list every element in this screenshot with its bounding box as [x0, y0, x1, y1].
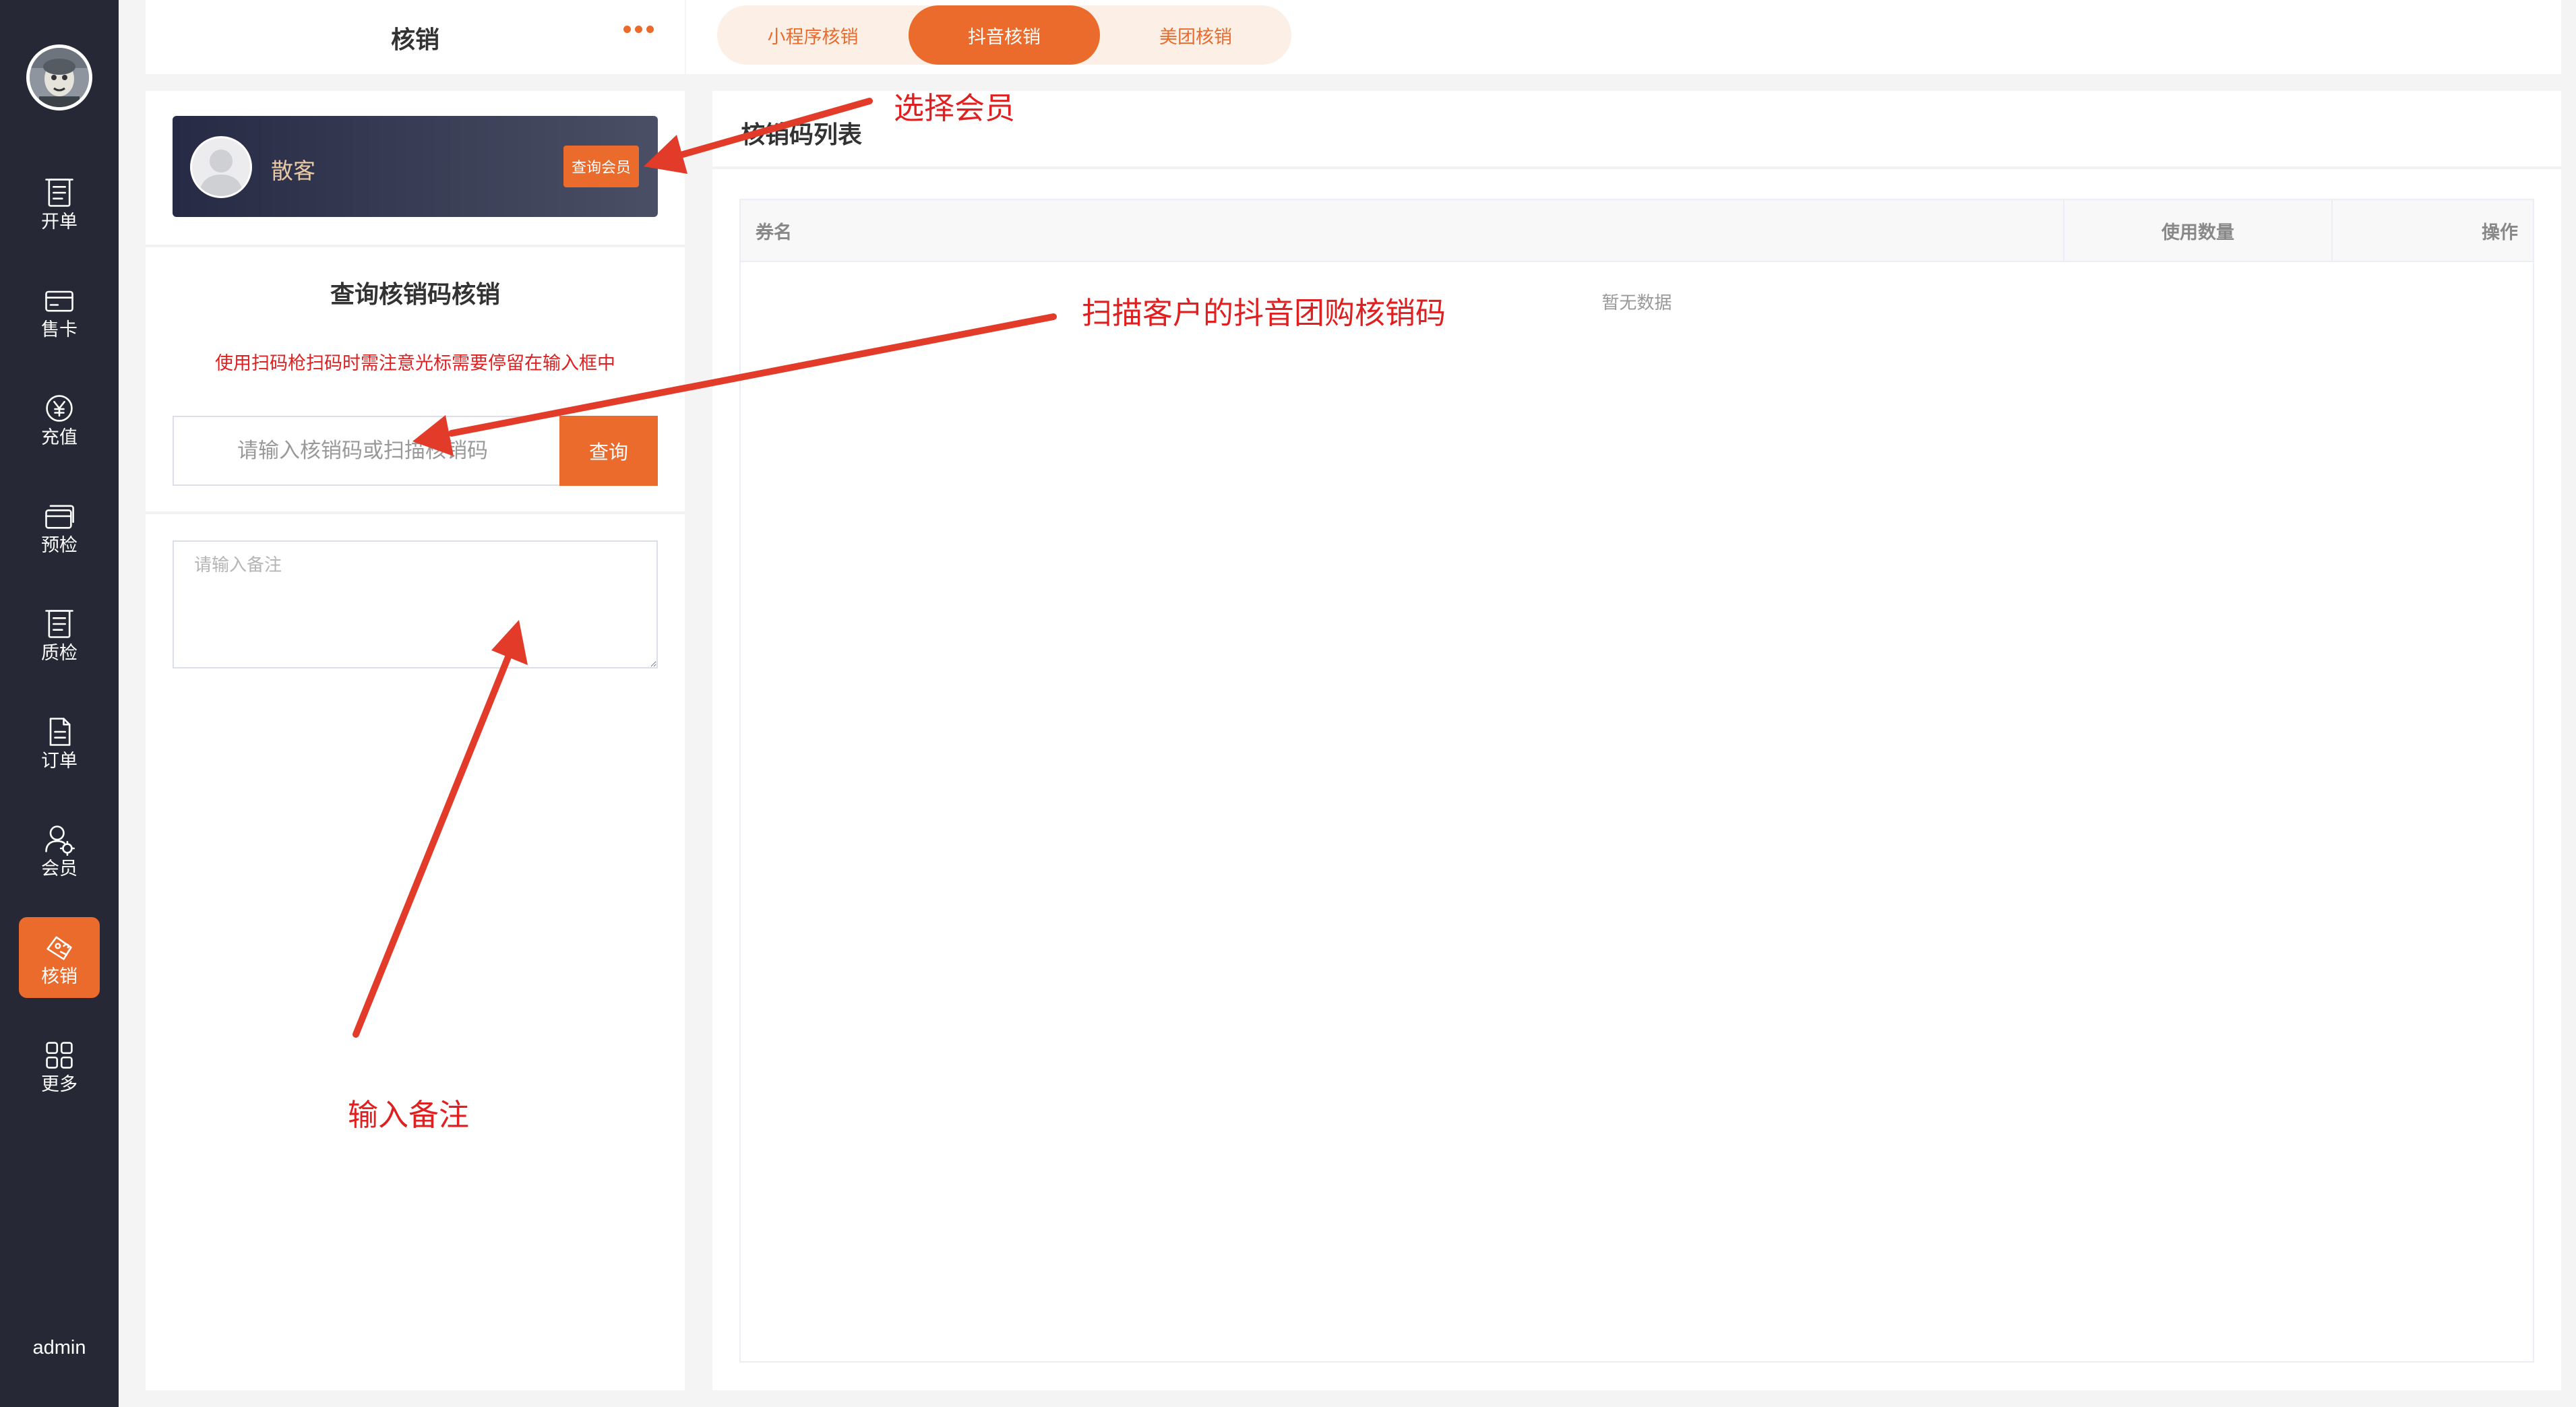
current-user-name[interactable]: admin: [0, 1337, 119, 1359]
list-title: 核销码列表: [741, 121, 863, 148]
sidebar-item-open-order[interactable]: 开单: [19, 162, 100, 243]
sidebar-item-sell-card[interactable]: 售卡: [19, 270, 100, 351]
empty-state-text: 暂无数据: [1601, 292, 1672, 313]
sidebar-item-label: 售卡: [41, 319, 78, 340]
more-dots-icon[interactable]: [623, 26, 654, 33]
sidebar: 开单 售卡 充值 预检 质检 订单 会员 核销 更多 admin: [0, 0, 119, 1407]
column-header-quantity: 使用数量: [2161, 222, 2234, 243]
sidebar-item-label: 充值: [41, 427, 78, 447]
sidebar-item-label: 质检: [41, 642, 78, 663]
table-header: 券名 使用数量 操作: [741, 200, 2533, 262]
sidebar-item-redeem[interactable]: 核销: [19, 917, 100, 998]
redeem-channel-tabs: 小程序核销 抖音核销 美团核销: [717, 5, 1291, 65]
annotation-scan-code: 扫描客户的抖音团购核销码: [1082, 296, 1446, 330]
sidebar-item-label: 会员: [41, 858, 78, 879]
column-header-actions: 操作: [2482, 222, 2518, 243]
default-avatar-icon: [199, 150, 243, 196]
checklist-icon: [45, 609, 73, 638]
tab-meituan[interactable]: 美团核销: [1100, 5, 1291, 65]
divider: [146, 511, 685, 514]
avatar-image: [30, 48, 89, 107]
annotation-select-member: 选择会员: [894, 91, 1016, 125]
grid-icon: [46, 1041, 73, 1069]
redeem-icon: [47, 936, 72, 960]
redeem-form-panel: 散客 查询会员 查询核销码核销 使用扫码枪扫码时需注意光标需要停留在输入框中 查…: [146, 91, 685, 1390]
redeem-code-table: 券名 使用数量 操作 暂无数据: [739, 199, 2534, 1363]
member-avatar: [190, 136, 252, 198]
annotation-input-remark: 输入备注: [348, 1098, 470, 1132]
sidebar-item-more[interactable]: 更多: [19, 1025, 100, 1106]
redeem-list-panel: 核销码列表 券名 使用数量 操作 暂无数据: [712, 91, 2561, 1390]
divider: [146, 245, 685, 247]
sidebar-item-quality-check[interactable]: 质检: [19, 594, 100, 675]
header-tab-bar: 小程序核销 抖音核销 美团核销: [686, 0, 2561, 74]
sidebar-item-label: 订单: [41, 750, 78, 771]
scanner-warning: 使用扫码枪扫码时需注意光标需要停留在输入框中: [215, 353, 615, 373]
sidebar-item-label: 开单: [41, 211, 78, 232]
query-section-title: 查询核销码核销: [330, 280, 500, 308]
card-icon: [45, 290, 73, 311]
sidebar-item-label: 核销: [41, 966, 78, 987]
page-title: 核销: [390, 26, 439, 53]
receipt-icon: [45, 178, 73, 207]
user-avatar[interactable]: [26, 44, 92, 111]
yen-coin-icon: [46, 394, 73, 422]
remark-textarea[interactable]: [173, 540, 658, 668]
sidebar-item-orders[interactable]: 订单: [19, 701, 100, 782]
sidebar-item-members[interactable]: 会员: [19, 809, 100, 890]
header-title-bar: 核销: [146, 0, 685, 74]
sidebar-item-label: 更多: [41, 1073, 78, 1094]
sidebar-item-precheck[interactable]: 预检: [19, 486, 100, 567]
member-name: 散客: [271, 158, 315, 183]
document-icon: [49, 717, 71, 746]
redeem-code-input[interactable]: [173, 416, 559, 486]
query-button[interactable]: 查询: [559, 416, 658, 486]
sidebar-item-label: 预检: [41, 534, 78, 555]
query-member-button[interactable]: 查询会员: [563, 146, 639, 187]
member-card: 散客 查询会员: [173, 116, 658, 217]
card-stack-icon: [45, 505, 74, 529]
sidebar-item-recharge[interactable]: 充值: [19, 378, 100, 459]
member-icon: [45, 825, 75, 856]
tab-mini-program[interactable]: 小程序核销: [717, 5, 909, 65]
column-header-coupon-name: 券名: [756, 222, 792, 243]
divider: [712, 166, 2561, 169]
tab-douyin[interactable]: 抖音核销: [909, 5, 1100, 65]
